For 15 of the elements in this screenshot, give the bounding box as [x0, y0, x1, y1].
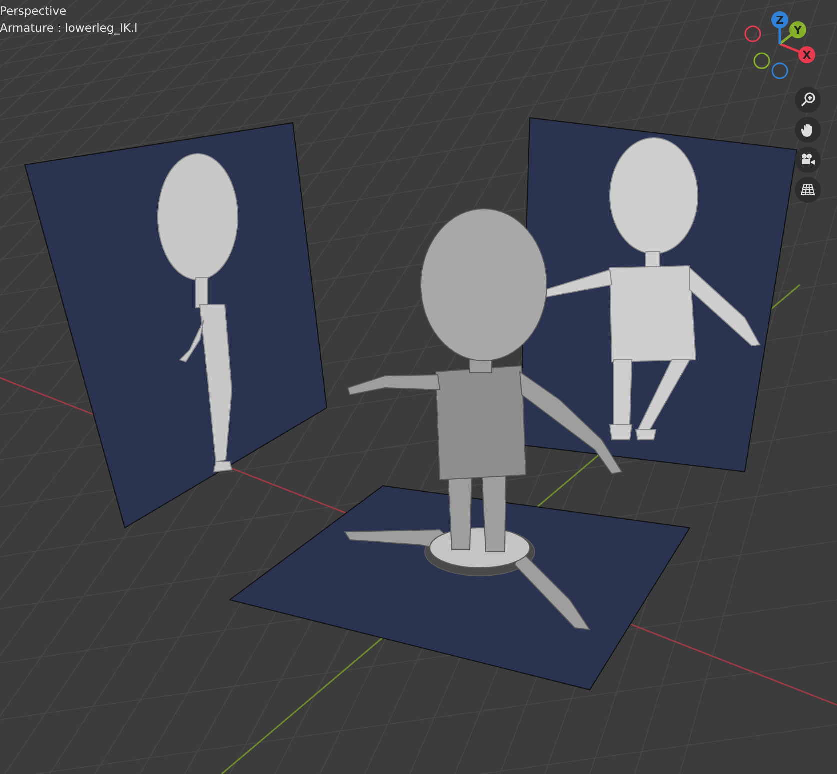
- axis-handle[interactable]: Y: [790, 22, 806, 38]
- view-name-label: Perspective: [0, 3, 67, 20]
- axis-handle[interactable]: X: [798, 46, 816, 64]
- axis-handle[interactable]: Z: [772, 12, 788, 28]
- perspective-toggle-button[interactable]: [795, 177, 821, 203]
- pan-button[interactable]: [795, 117, 821, 143]
- negative-axis-handle[interactable]: [744, 26, 762, 42]
- negative-axis-handle[interactable]: [754, 52, 770, 70]
- active-object-label: Armature : lowerleg_IK.l: [0, 20, 138, 37]
- grid-icon: [800, 182, 816, 198]
- zoom-icon: [800, 92, 816, 108]
- zoom-button[interactable]: [795, 87, 821, 113]
- camera-view-button[interactable]: [795, 147, 821, 173]
- negative-axis-handle[interactable]: [772, 62, 788, 80]
- camera-icon: [800, 152, 816, 168]
